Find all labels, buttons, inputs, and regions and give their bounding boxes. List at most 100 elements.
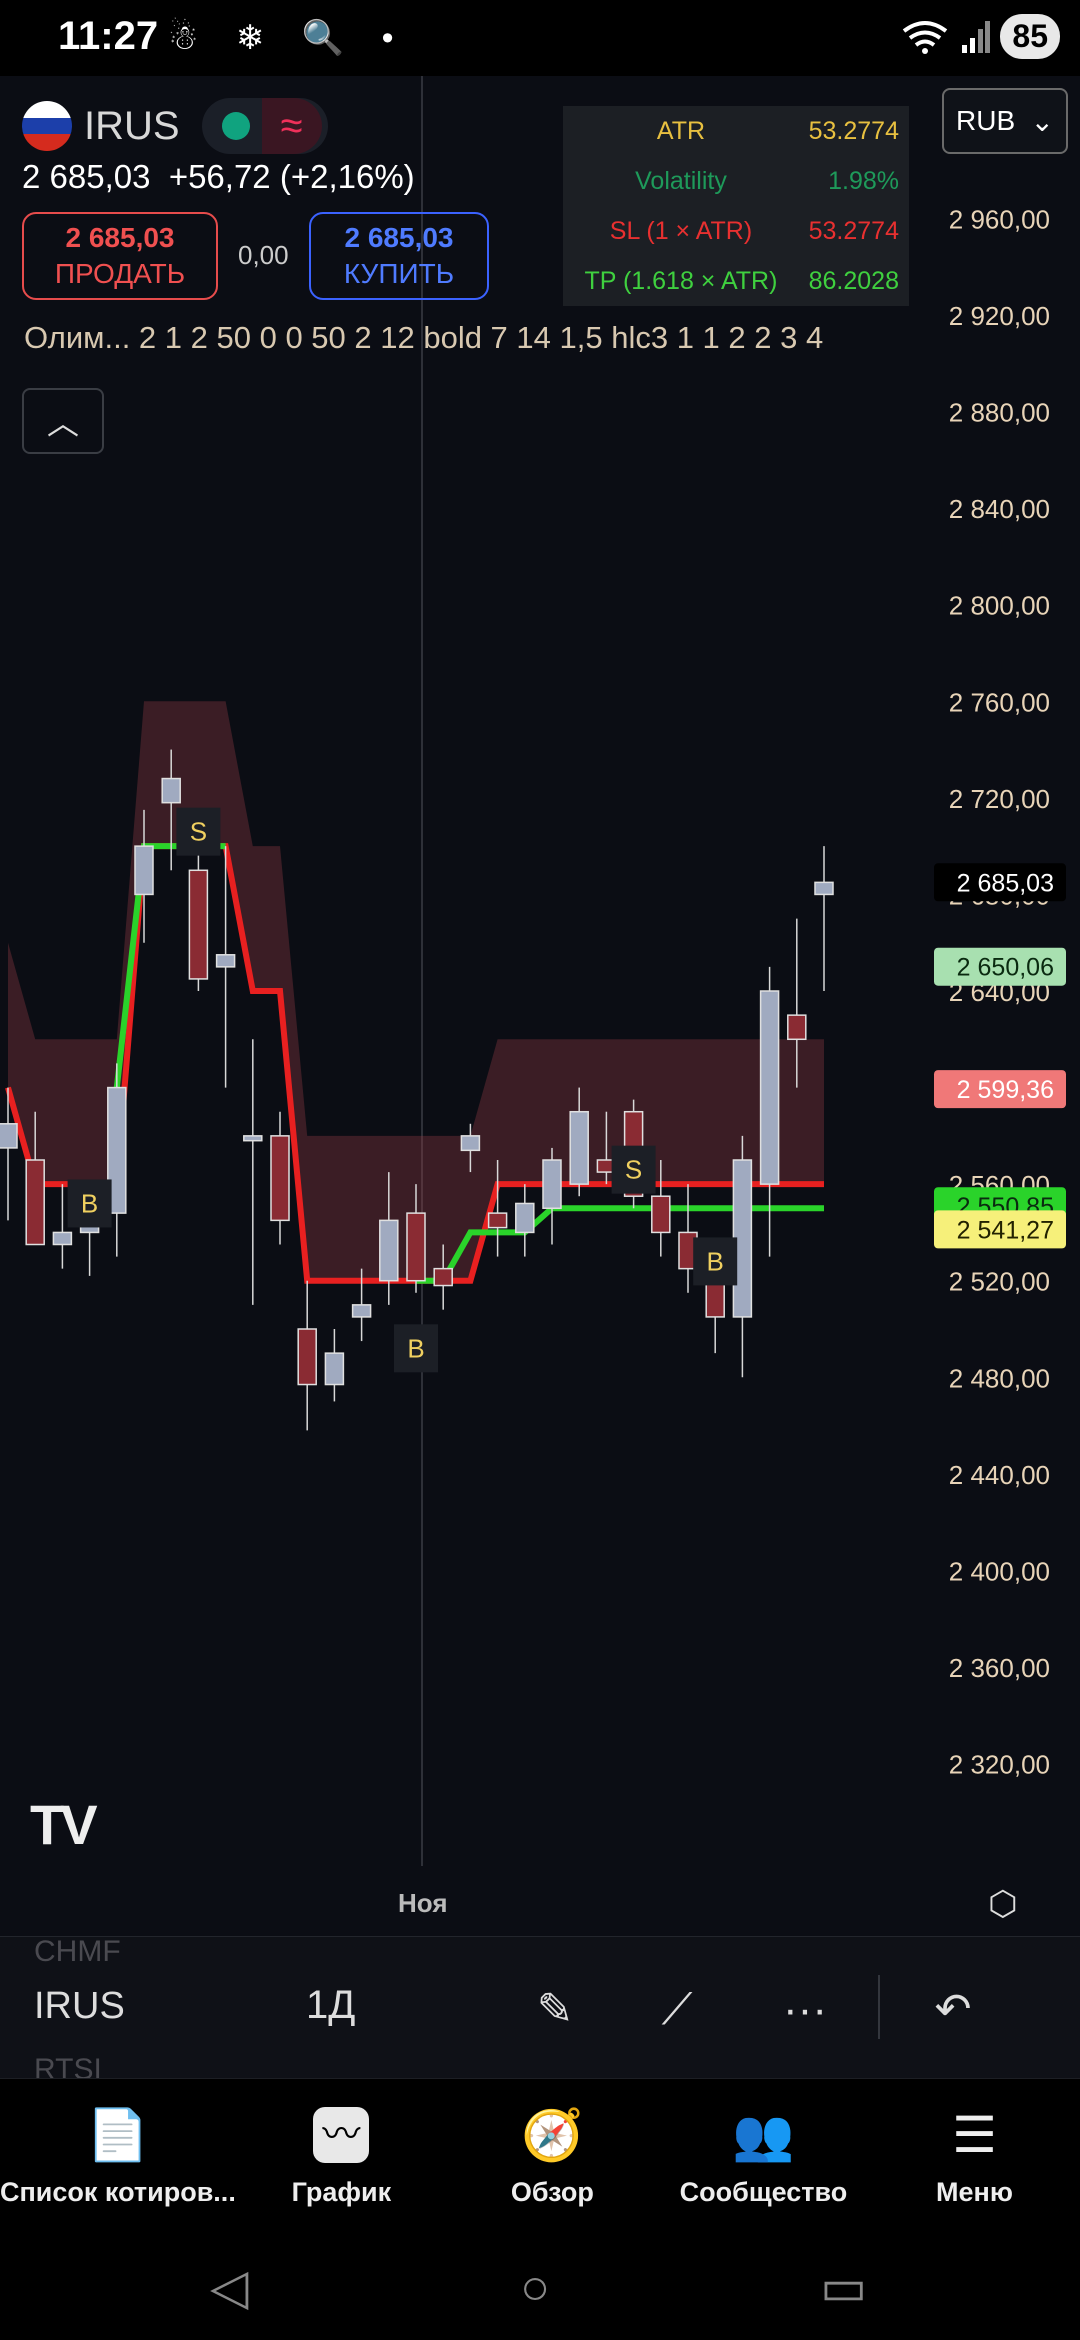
nav-label: График [291,2177,392,2207]
y-tick-label: 2 960,00 [949,204,1050,234]
battery-indicator: 85 [1000,14,1060,59]
spread-value: 0,00 [238,240,289,270]
last-price: 2 685,03 [22,158,151,195]
chart-settings-icon[interactable]: ⬡ [988,1884,1018,1924]
candle-body [379,1219,399,1282]
nav-community[interactable]: 👥 Сообщество [658,2079,869,2238]
price-label: 2 599,36 [957,1076,1054,1104]
time-axis-label: Ноя [398,1888,448,1918]
candle-body [52,1231,73,1246]
compass-icon: 🧭 [521,2107,584,2163]
status-right: 85 [900,14,1060,59]
bottom-navigation: 📄 Список котиров... 〰 График 🧭 Обзор 👥 С… [0,2078,1080,2238]
nav-watchlist[interactable]: 📄 Список котиров... [0,2079,236,2238]
info-key: ATR [656,116,706,145]
price-label: 2 650,06 [957,954,1054,982]
more-icon[interactable]: ··· [772,1977,838,2043]
chart-icon: 〰 [313,2107,370,2163]
market-open-icon [221,112,250,140]
pen-icon[interactable]: ✎ [522,1977,588,2043]
signal-label: B [81,1188,98,1218]
candle-body [406,1212,426,1282]
candle-body [433,1267,453,1287]
system-navigation: ◁ ○ ▭ [0,2238,1080,2340]
symbol-name[interactable]: IRUS [84,104,180,149]
home-icon[interactable]: ○ [520,2258,550,2316]
nav-label: Обзор [510,2177,594,2207]
document-icon: 📄 [86,2107,150,2163]
back-icon[interactable]: ◁ [210,2258,248,2316]
nav-label: Меню [936,2177,1013,2207]
y-tick-label: 2 840,00 [949,494,1050,524]
candle-body [759,990,780,1185]
info-key: TP (1.618 × ATR) [584,266,778,295]
indicator-legend[interactable]: Олим... 2 1 2 50 0 0 50 2 12 bold 7 14 1… [24,320,924,356]
currency-select[interactable]: RUB ⌄ [942,88,1068,154]
signal-label: B [407,1333,424,1363]
price-label: 2 541,27 [957,1216,1054,1244]
chevron-up-icon: ︿ [46,405,79,441]
trend-line-icon[interactable]: ⟋ [644,1977,710,2043]
candle-body [515,1202,535,1234]
buy-label: КУПИТЬ [343,258,455,289]
undo-icon[interactable]: ↶ [920,1977,986,2043]
candle-body [324,1352,345,1386]
info-value: 1.98% [828,166,899,195]
candle-body [569,1110,589,1185]
price-change: +56,72 (+2,16%) [168,158,415,195]
delayed-data-icon: ≈ [261,98,322,154]
symbol-header[interactable]: IRUS ≈ [22,98,328,154]
toolbar-divider [878,1975,880,2039]
people-icon: 👥 [732,2107,795,2163]
interval-button[interactable]: 1Д [306,1983,355,2028]
nav-chart[interactable]: 〰 График [236,2079,447,2238]
candle-body [215,954,236,968]
market-status-pill[interactable]: ≈ [201,98,328,154]
signal-label: B [707,1246,724,1276]
chart-toolbar: CHMF IRUS RTSI 1Д ✎ ⟋ ··· ↶ [0,1935,1080,2079]
candle-body [161,777,181,804]
y-tick-label: 2 880,00 [949,398,1050,428]
candle-body [25,1159,45,1246]
candle-body [297,1328,317,1386]
sell-button[interactable]: 2 685,03 ПРОДАТЬ [22,212,218,300]
candle-body [188,869,209,980]
nav-explore[interactable]: 🧭 Обзор [447,2079,658,2238]
signal-icon [962,20,991,53]
y-tick-label: 2 920,00 [949,301,1050,331]
candle-body [351,1304,372,1318]
candle-body [487,1212,508,1229]
prev-symbol[interactable]: CHMF [34,1935,121,1969]
info-key: Volatility [635,166,727,195]
chart-area[interactable]: S B B S B 2 960,00 2 920,00 2 880,00 2 840,00 2 8… [0,76,1080,1936]
candle-body [0,1123,18,1149]
candle-body [134,845,154,896]
candle-body [270,1135,290,1222]
nav-label: Сообщество [679,2177,848,2207]
y-tick-label: 2 320,00 [949,1750,1050,1780]
chevron-down-icon: ⌄ [1030,105,1054,137]
signal-label: S [625,1155,642,1185]
info-key: SL (1 × ATR) [609,216,753,245]
signal-label: S [190,817,207,847]
collapse-legend-button[interactable]: ︿ [22,388,104,454]
info-row-atr: ATR 53.2774 [563,106,909,156]
recents-icon[interactable]: ▭ [820,2258,867,2316]
candle-body [243,1135,263,1142]
buy-button[interactable]: 2 685,03 КУПИТЬ [309,212,489,300]
y-tick-label: 2 720,00 [949,784,1050,814]
info-row-sl: SL (1 × ATR) 53.2774 [563,206,909,256]
next-symbol[interactable]: RTSI [34,2053,102,2079]
info-row-volatility: Volatility 1.98% [563,156,909,206]
price-summary: 2 685,03 +56,72 (+2,16%) [22,158,415,196]
candle-body [705,1279,725,1318]
notification-icons: ☃ ❄ 🔍 • [168,19,408,57]
candle-body [542,1159,562,1210]
current-symbol[interactable]: IRUS [34,1985,125,2028]
candle-body [460,1135,481,1152]
tradingview-logo[interactable]: TV [30,1792,98,1857]
nav-menu[interactable]: ☰ Меню [869,2079,1080,2238]
hamburger-icon: ☰ [952,2107,997,2163]
clock: 11:27 [58,14,159,58]
nav-label: Список котиров... [0,2177,236,2207]
